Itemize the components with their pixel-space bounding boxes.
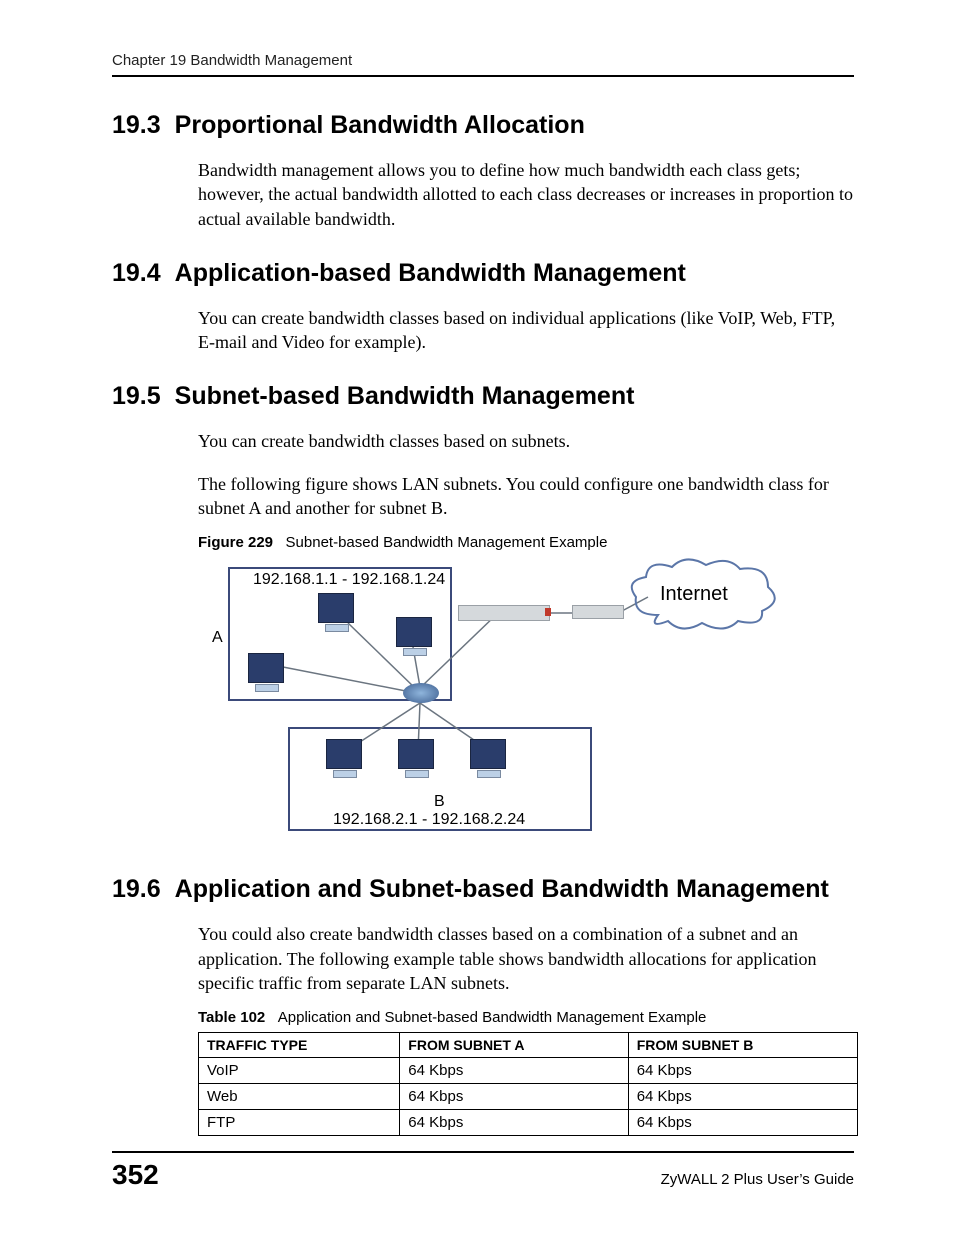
paragraph: The following figure shows LAN subnets. … [198,472,854,521]
heading-number: 19.4 [112,259,161,288]
cell-subnet-a: 64 Kbps [400,1058,628,1084]
heading-title: Proportional Bandwidth Allocation [175,111,585,139]
heading-19-3: 19.3 Proportional Bandwidth Allocation [112,111,854,140]
cell-traffic-type: Web [199,1084,400,1110]
table-caption: Table 102 Application and Subnet-based B… [198,1009,854,1026]
running-head: Chapter 19 Bandwidth Management [112,52,854,77]
internet-label: Internet [660,583,728,606]
heading-19-6: 19.6 Application and Subnet-based Bandwid… [112,875,854,904]
cell-subnet-b: 64 Kbps [628,1110,857,1136]
cell-subnet-a: 64 Kbps [400,1084,628,1110]
page-number: 352 [112,1159,159,1191]
paragraph: You could also create bandwidth classes … [198,922,854,995]
heading-19-4: 19.4 Application-based Bandwidth Manageme… [112,259,854,288]
computer-icon [248,653,284,683]
computer-icon [396,617,432,647]
table-row: Web 64 Kbps 64 Kbps [199,1084,858,1110]
guide-name: ZyWALL 2 Plus User’s Guide [661,1171,854,1188]
figure-label: Figure 229 [198,534,273,551]
cell-subnet-b: 64 Kbps [628,1084,857,1110]
heading-number: 19.3 [112,111,161,140]
bandwidth-table: TRAFFIC TYPE FROM SUBNET A FROM SUBNET B… [198,1032,858,1136]
modem-device-icon [572,605,624,619]
table-102: TRAFFIC TYPE FROM SUBNET A FROM SUBNET B… [198,1032,854,1136]
heading-number: 19.5 [112,382,161,411]
section-19-4: 19.4 Application-based Bandwidth Manageme… [112,259,854,355]
page: Chapter 19 Bandwidth Management 19.3 Prop… [0,0,954,1235]
heading-19-5: 19.5 Subnet-based Bandwidth Management [112,382,854,411]
col-from-subnet-b: FROM SUBNET B [628,1033,857,1058]
table-header-row: TRAFFIC TYPE FROM SUBNET A FROM SUBNET B [199,1033,858,1058]
section-19-5: 19.5 Subnet-based Bandwidth Management Yo… [112,382,854,837]
page-footer: 352 ZyWALL 2 Plus User’s Guide [112,1151,854,1191]
paragraph: Bandwidth management allows you to defin… [198,158,854,231]
computer-icon [470,739,506,769]
figure-caption-text: Subnet-based Bandwidth Management Exampl… [286,534,608,551]
cell-traffic-type: VoIP [199,1058,400,1084]
cell-subnet-b: 64 Kbps [628,1058,857,1084]
table-caption-text: Application and Subnet-based Bandwidth M… [278,1009,707,1026]
figure-caption: Figure 229 Subnet-based Bandwidth Manage… [198,534,854,551]
cell-subnet-a: 64 Kbps [400,1110,628,1136]
heading-title: Application-based Bandwidth Management [175,259,686,287]
firewall-device-icon [458,605,550,621]
subnet-b-label: B [434,793,445,811]
subnet-a-label: A [212,629,223,647]
subnet-b-range: 192.168.2.1 - 192.168.2.24 [333,811,525,829]
heading-title: Application and Subnet-based Bandwidth M… [175,875,829,903]
subnet-a-range: 192.168.1.1 - 192.168.1.24 [253,571,445,589]
paragraph: You can create bandwidth classes based o… [198,429,854,453]
computer-icon [318,593,354,623]
heading-title: Subnet-based Bandwidth Management [175,382,635,410]
figure-229: 192.168.1.1 - 192.168.1.24 192.168.2.1 -… [198,557,768,837]
table-label: Table 102 [198,1009,265,1026]
col-from-subnet-a: FROM SUBNET A [400,1033,628,1058]
paragraph: You can create bandwidth classes based o… [198,306,854,355]
computer-icon [326,739,362,769]
col-traffic-type: TRAFFIC TYPE [199,1033,400,1058]
section-19-6: 19.6 Application and Subnet-based Bandwid… [112,875,854,1136]
heading-number: 19.6 [112,875,161,904]
table-row: FTP 64 Kbps 64 Kbps [199,1110,858,1136]
computer-icon [398,739,434,769]
section-19-3: 19.3 Proportional Bandwidth Allocation Ba… [112,111,854,231]
table-row: VoIP 64 Kbps 64 Kbps [199,1058,858,1084]
cell-traffic-type: FTP [199,1110,400,1136]
